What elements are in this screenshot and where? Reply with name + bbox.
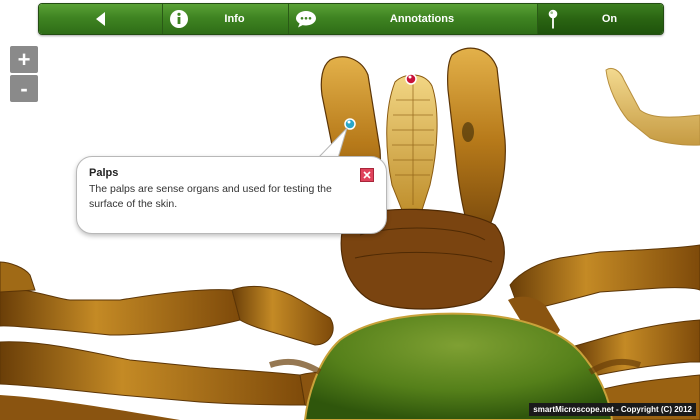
zoom-controls: + - [10,46,38,102]
annotation-marker-palps[interactable] [344,118,356,130]
pin-toggle-button[interactable]: On [538,4,663,34]
copyright-label: smartMicroscope.net - Copyright (C) 2012 [529,403,696,416]
info-button[interactable]: Info [163,4,289,34]
back-triangle-icon [96,12,106,26]
annotations-button[interactable]: Annotations [289,4,538,34]
back-button[interactable] [39,4,163,34]
info-label: Info [224,13,245,25]
annotation-popup: Palps The palps are sense organs and use… [76,156,387,234]
top-toolbar: Info Annotations On [38,3,664,35]
annotation-title: Palps [89,167,119,179]
hypostome [386,74,438,211]
close-x-icon[interactable] [360,168,374,182]
speech-bubble-icon [295,10,317,28]
annotation-text: The palps are sense organs and used for … [89,183,332,210]
pin-toggle-label: On [601,13,618,25]
zoom-in-button[interactable]: + [10,46,38,73]
annotations-label: Annotations [389,13,455,25]
pin-icon [548,9,558,29]
zoom-out-button[interactable]: - [10,75,38,102]
annotation-marker-hypostome[interactable] [405,73,417,85]
left-legs [0,261,353,420]
info-circle-icon [169,9,189,29]
